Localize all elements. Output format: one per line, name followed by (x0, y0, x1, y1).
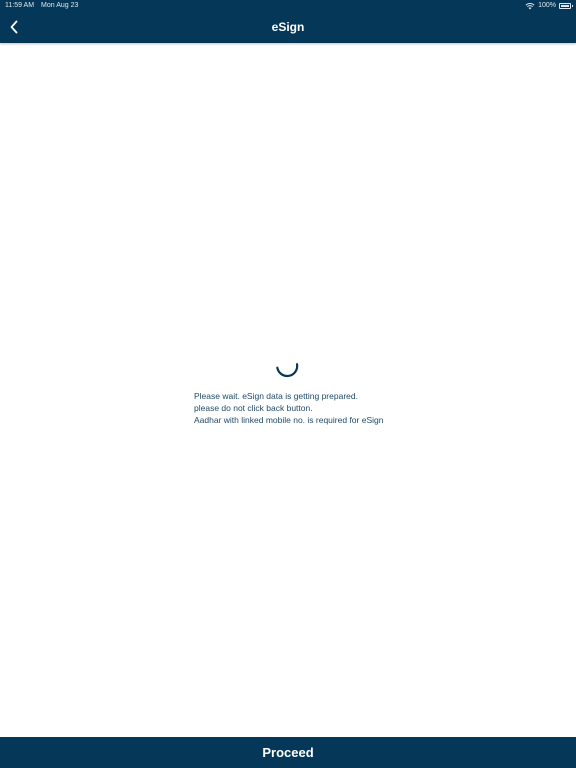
status-bar: 11:59 AM Mon Aug 23 100% (0, 0, 576, 12)
proceed-button[interactable]: Proceed (0, 737, 576, 768)
main-content: Please wait. eSign data is getting prepa… (0, 43, 576, 737)
esign-screen: 11:59 AM Mon Aug 23 100% eSign Please wa… (0, 0, 576, 768)
loading-message: Please wait. eSign data is getting prepa… (194, 390, 383, 426)
header-bar: eSign (0, 12, 576, 43)
page-title: eSign (271, 20, 305, 34)
battery-fill (561, 5, 569, 7)
wifi-icon (525, 3, 535, 10)
message-line-1: Please wait. eSign data is getting prepa… (194, 391, 358, 401)
battery-icon (559, 3, 573, 9)
message-line-2: please do not click back button. (194, 403, 313, 413)
status-right: 100% (525, 0, 573, 12)
battery-percent: 100% (538, 2, 556, 9)
status-left: 11:59 AM Mon Aug 23 (5, 0, 83, 12)
loading-spinner-icon (276, 363, 299, 378)
status-time: 11:59 AM (5, 2, 35, 9)
status-date: Mon Aug 23 (41, 2, 79, 9)
message-line-3: Aadhar with linked mobile no. is require… (194, 415, 384, 425)
